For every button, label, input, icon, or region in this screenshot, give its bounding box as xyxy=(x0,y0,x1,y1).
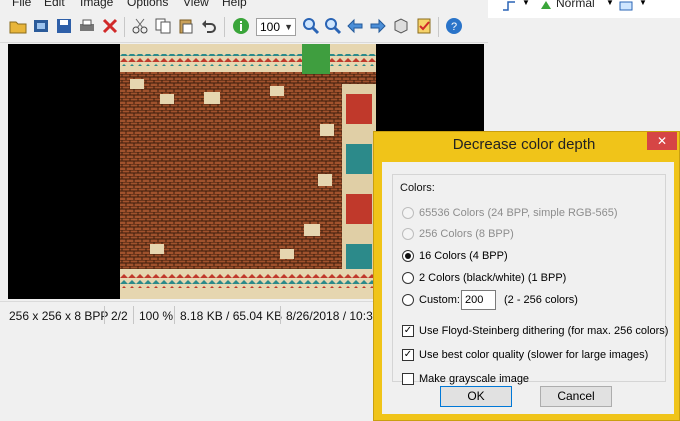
checkbox[interactable] xyxy=(402,373,414,385)
zoom-select[interactable]: 100 ▼ xyxy=(256,18,296,36)
menu-view[interactable]: View xyxy=(183,0,209,9)
status-separator xyxy=(133,306,134,324)
menu-options[interactable]: Options xyxy=(127,0,168,9)
delete-icon[interactable] xyxy=(101,17,119,35)
zoom-in-icon[interactable] xyxy=(302,17,320,35)
option-label[interactable]: 2 Colors (black/white) (1 BPP) xyxy=(419,272,566,284)
radio-button[interactable] xyxy=(402,272,414,284)
tileset-image xyxy=(120,44,376,299)
status-dimensions: 256 x 256 x 8 BPP xyxy=(9,309,109,323)
menu-help[interactable]: Help xyxy=(222,0,247,9)
filmstrip-icon[interactable] xyxy=(32,17,50,35)
status-filesize: 8.18 KB / 65.04 KB xyxy=(180,309,283,323)
shape-icon[interactable] xyxy=(618,0,634,11)
style-select[interactable]: Normal xyxy=(556,0,595,10)
radio-button[interactable] xyxy=(402,294,414,306)
chevron-down-icon: ▼ xyxy=(284,22,293,32)
toolbar-separator xyxy=(124,17,125,37)
svg-text:?: ? xyxy=(451,21,457,33)
radio-button xyxy=(402,228,414,240)
checkbox[interactable]: ✓ xyxy=(402,349,414,361)
copy-icon[interactable] xyxy=(154,17,172,35)
custom-colors-input[interactable]: 200 xyxy=(461,290,496,310)
chevron-down-icon[interactable]: ▼ xyxy=(606,0,614,7)
zoom-value: 100 xyxy=(260,20,281,34)
status-separator xyxy=(280,306,281,324)
toolbar: 100 ▼ ? xyxy=(0,12,488,43)
cube-icon[interactable] xyxy=(392,17,410,35)
checkbox[interactable]: ✓ xyxy=(402,325,414,337)
checkbox-label[interactable]: Use Floyd-Steinberg dithering (for max. … xyxy=(419,325,668,337)
option-label: 256 Colors (8 BPP) xyxy=(419,228,514,240)
custom-range-hint: (2 - 256 colors) xyxy=(504,294,578,306)
chevron-down-icon[interactable]: ▼ xyxy=(639,0,647,7)
toolbar-separator xyxy=(438,17,439,37)
colors-group-label: Colors: xyxy=(400,182,435,194)
decrease-color-depth-dialog: Decrease color depth ✕ Colors: 65536 Col… xyxy=(373,131,680,421)
radio-button[interactable] xyxy=(402,250,414,262)
option-label: 65536 Colors (24 BPP, simple RGB-565) xyxy=(419,207,618,219)
checkbox-label[interactable]: Use best color quality (slower for large… xyxy=(419,349,648,361)
radio-button xyxy=(402,207,414,219)
info-icon[interactable] xyxy=(232,17,250,35)
status-date: 8/26/2018 / 10:39 xyxy=(286,309,380,323)
ok-button[interactable]: OK xyxy=(440,386,512,407)
menu-edit[interactable]: Edit xyxy=(44,0,65,9)
zoom-out-icon[interactable] xyxy=(324,17,342,35)
print-icon[interactable] xyxy=(78,17,96,35)
help-icon[interactable]: ? xyxy=(445,17,463,35)
menu-image[interactable]: Image xyxy=(80,0,113,9)
style-icon xyxy=(541,1,551,9)
status-separator xyxy=(104,306,105,324)
paste-icon[interactable] xyxy=(177,17,195,35)
checklist-icon[interactable] xyxy=(415,17,433,35)
dialog-body: Colors: 65536 Colors (24 BPP, simple RGB… xyxy=(382,162,674,414)
colors-group: Colors: 65536 Colors (24 BPP, simple RGB… xyxy=(392,174,668,385)
custom-label[interactable]: Custom: xyxy=(419,294,460,306)
forward-arrow-icon[interactable] xyxy=(369,17,387,35)
cut-icon[interactable] xyxy=(131,17,149,35)
status-page: 2/2 xyxy=(111,309,128,323)
menu-bar: File Edit Image Options View Help xyxy=(0,0,488,12)
open-folder-icon[interactable] xyxy=(9,17,27,35)
save-icon[interactable] xyxy=(55,17,73,35)
cancel-button[interactable]: Cancel xyxy=(540,386,612,407)
dialog-title: Decrease color depth xyxy=(452,136,596,153)
connector-icon[interactable] xyxy=(502,0,518,12)
back-arrow-icon[interactable] xyxy=(346,17,364,35)
checkbox-label[interactable]: Make grayscale image xyxy=(419,373,529,385)
toolbar-separator xyxy=(224,17,225,37)
close-button[interactable]: ✕ xyxy=(647,132,677,150)
right-toolbar: ▼ Normal ▼ ▼ xyxy=(488,0,680,18)
status-separator xyxy=(174,306,175,324)
status-zoom: 100 % xyxy=(139,309,174,323)
undo-icon[interactable] xyxy=(200,17,218,35)
chevron-down-icon[interactable]: ▼ xyxy=(522,0,530,7)
option-label[interactable]: 16 Colors (4 BPP) xyxy=(419,250,508,262)
menu-file[interactable]: File xyxy=(12,0,31,9)
